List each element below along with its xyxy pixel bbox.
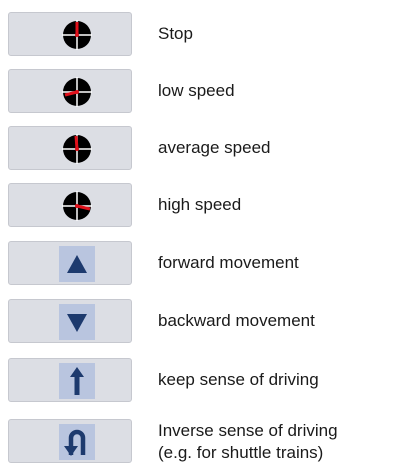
- speed-average-icon: [59, 131, 95, 167]
- legend-label: backward movement: [158, 311, 315, 330]
- legend-row-forward: forward movement: [0, 236, 415, 286]
- legend-label: average speed: [158, 138, 271, 157]
- legend-tile: [8, 241, 132, 285]
- legend-tile: [8, 126, 132, 170]
- speed-high-icon: [59, 188, 95, 224]
- u-turn-icon: [59, 424, 95, 460]
- legend-row-high-speed: high speed: [0, 178, 415, 228]
- legend-row-backward: backward movement: [0, 294, 415, 344]
- speed-low-icon: [59, 74, 95, 110]
- legend-label-note: (e.g. for shuttle trains): [158, 443, 324, 462]
- legend-row-inverse-sense: Inverse sense of driving (e.g. for shutt…: [0, 414, 415, 464]
- legend-tile: [8, 69, 132, 113]
- legend-label: keep sense of driving: [158, 370, 319, 389]
- speed-stop-icon: [59, 17, 95, 53]
- legend-tile: [8, 12, 132, 56]
- legend: Stop low speed average speed high speed …: [0, 0, 415, 475]
- triangle-up-icon: [59, 246, 95, 282]
- legend-label: high speed: [158, 195, 242, 214]
- legend-tile: [8, 299, 132, 343]
- legend-tile: [8, 358, 132, 402]
- arrow-up-icon: [59, 363, 95, 399]
- legend-tile: [8, 419, 132, 463]
- legend-row-low-speed: low speed: [0, 64, 415, 114]
- legend-row-keep-sense: keep sense of driving: [0, 353, 415, 403]
- legend-label: Inverse sense of driving: [158, 421, 338, 440]
- legend-row-stop: Stop: [0, 7, 415, 57]
- legend-label: forward movement: [158, 253, 299, 272]
- legend-label: low speed: [158, 81, 235, 100]
- triangle-down-icon: [59, 304, 95, 340]
- legend-label: Stop: [158, 24, 193, 43]
- legend-row-average-speed: average speed: [0, 121, 415, 171]
- legend-tile: [8, 183, 132, 227]
